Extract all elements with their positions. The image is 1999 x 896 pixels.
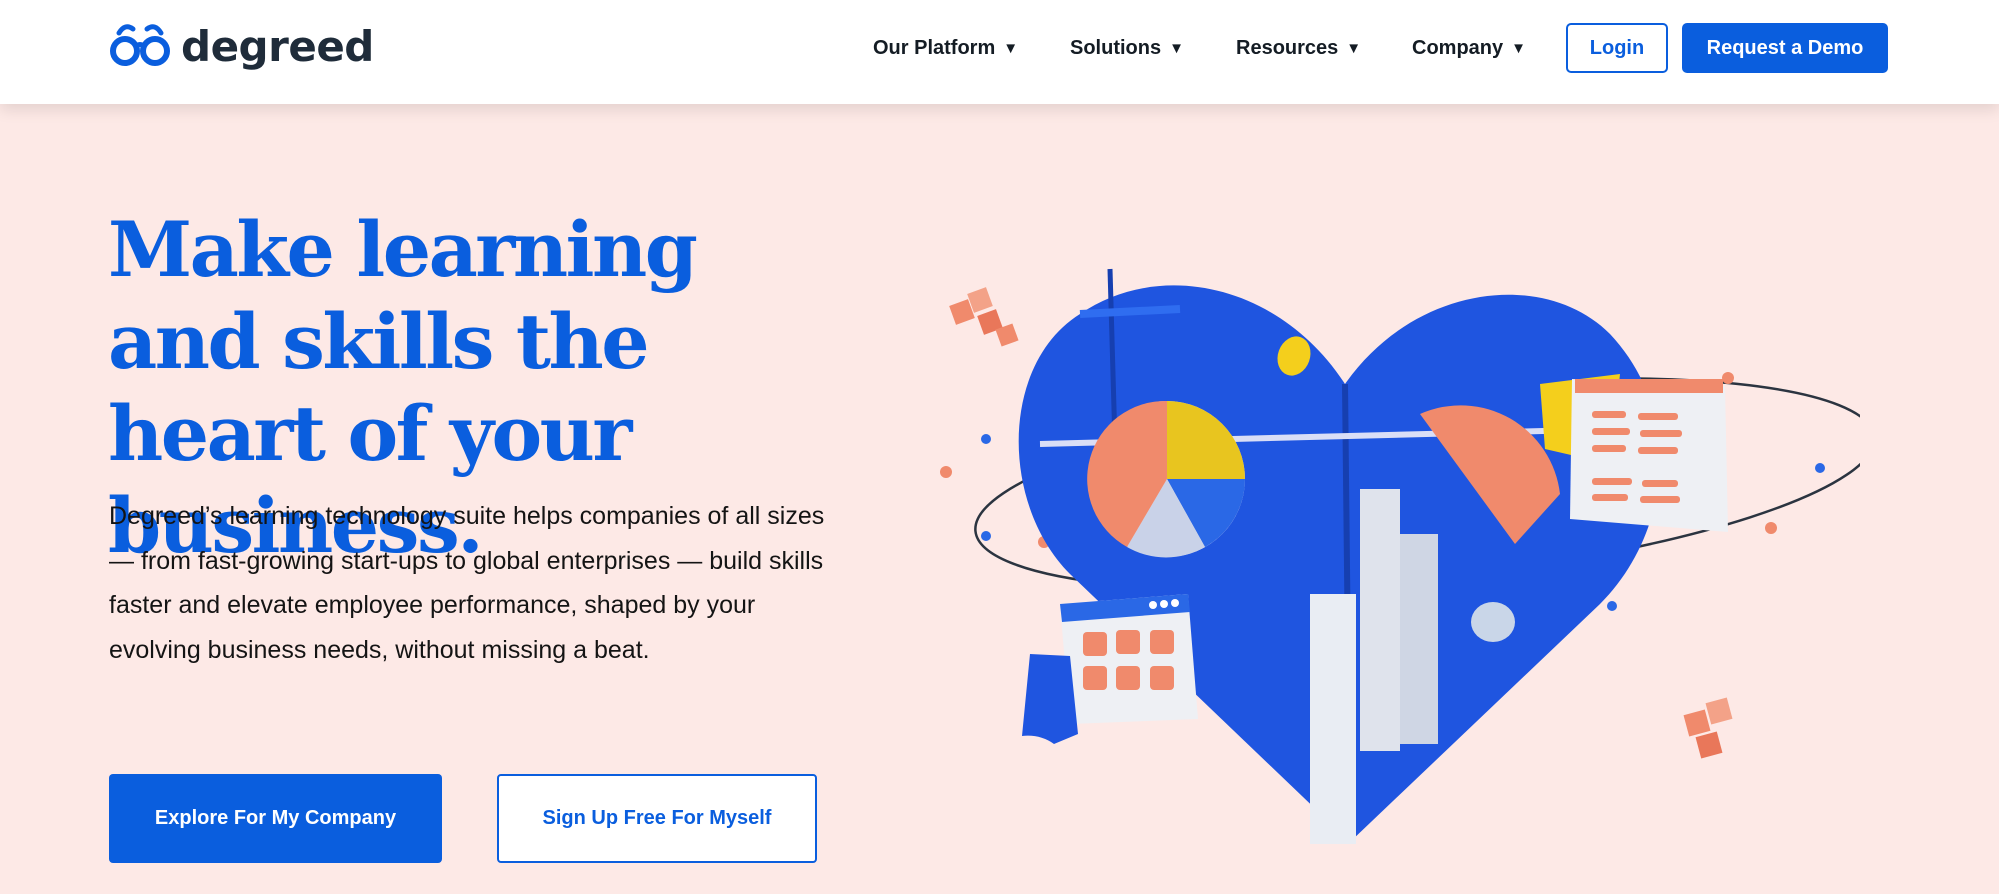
- nav-solutions[interactable]: Solutions ▼: [1070, 30, 1184, 66]
- login-button[interactable]: Login: [1566, 23, 1668, 73]
- caret-down-icon: ▼: [1511, 39, 1526, 57]
- heart-illustration: [940, 268, 1860, 844]
- sign-up-free-button[interactable]: Sign Up Free For Myself: [497, 774, 817, 863]
- nav-resources[interactable]: Resources ▼: [1236, 30, 1361, 66]
- explore-for-my-company-button[interactable]: Explore For My Company: [109, 774, 442, 863]
- window-card: [1022, 594, 1198, 744]
- degreed-logo[interactable]: degreed: [109, 16, 374, 76]
- request-demo-button[interactable]: Request a Demo: [1682, 23, 1888, 73]
- cube-left: [949, 287, 1019, 347]
- glasses-icon: [110, 24, 170, 66]
- nav-company[interactable]: Company ▼: [1412, 30, 1526, 66]
- caret-down-icon: ▼: [1003, 39, 1019, 57]
- nav-label: Solutions: [1070, 36, 1162, 59]
- caret-down-icon: ▼: [1169, 39, 1184, 57]
- nav-label: Company: [1412, 36, 1504, 59]
- nav-our-platform[interactable]: Our Platform ▼: [873, 30, 1018, 66]
- logo-wordmark: degreed: [181, 21, 374, 71]
- document-card: [1570, 379, 1728, 532]
- hero-description: Degreed’s learning technology suite help…: [109, 502, 825, 664]
- nav-label: Resources: [1236, 36, 1339, 59]
- bar-chart-bars: [1360, 489, 1400, 751]
- cube-right: [1683, 697, 1733, 759]
- hero-section: Make learning and skills the heart of yo…: [0, 104, 1999, 896]
- caret-down-icon: ▼: [1346, 39, 1362, 57]
- nav-label: Our Platform: [873, 36, 996, 59]
- site-header: degreed Our Platform ▼ Solutions ▼ Resou…: [0, 0, 1999, 104]
